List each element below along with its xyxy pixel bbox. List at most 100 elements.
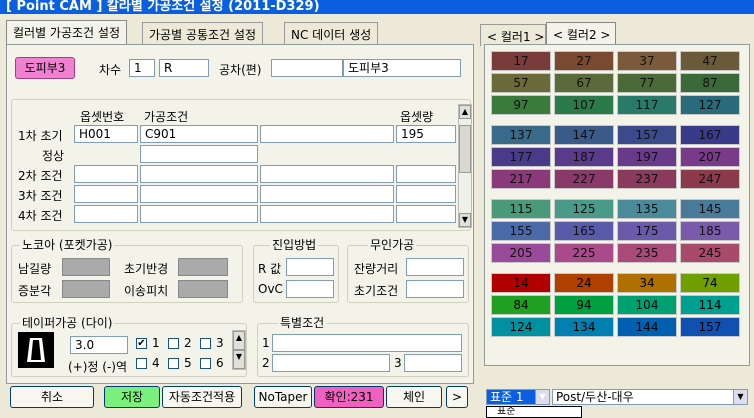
extra-input[interactable] [260, 165, 394, 183]
color-cell[interactable]: 167 [680, 125, 740, 145]
offset-amount-input[interactable]: 195 [396, 125, 456, 143]
chevron-down-icon[interactable]: ▼ [535, 390, 549, 404]
chain-button[interactable]: 체인 [386, 386, 442, 408]
color-cell[interactable]: 47 [680, 51, 740, 71]
special-input-1[interactable] [272, 334, 462, 352]
color-cell[interactable]: 97 [491, 95, 551, 115]
color-cell[interactable]: 165 [554, 221, 614, 241]
color-cell[interactable]: 67 [554, 73, 614, 93]
color-cell[interactable]: 155 [491, 221, 551, 241]
extra-input[interactable] [260, 185, 394, 203]
color-cell[interactable]: 14 [491, 273, 551, 293]
notaper-button[interactable]: NoTaper [254, 386, 312, 408]
color-cell[interactable]: 87 [680, 73, 740, 93]
color-cell[interactable]: 144 [617, 317, 677, 337]
confirm-button[interactable]: 확인:231 [314, 386, 384, 408]
scroll-thumb[interactable] [459, 125, 471, 173]
offset-amount-input[interactable] [396, 185, 456, 203]
color-cell[interactable]: 117 [617, 95, 677, 115]
taper-value-input[interactable]: 3.0 [70, 336, 128, 354]
condition-input[interactable] [140, 185, 258, 203]
remain-input[interactable] [62, 258, 110, 276]
remain-dist-input[interactable] [406, 258, 464, 276]
color-cell[interactable]: 94 [554, 295, 614, 315]
color-cell[interactable]: 27 [554, 51, 614, 71]
color-cell[interactable]: 37 [617, 51, 677, 71]
color-cell[interactable]: 237 [617, 169, 677, 189]
condition-input[interactable] [140, 145, 258, 163]
color-cell[interactable]: 185 [680, 221, 740, 241]
color-cell[interactable]: 197 [617, 147, 677, 167]
color-cell[interactable]: 247 [680, 169, 740, 189]
post-select[interactable]: Post/두산-대우 ▼ [552, 389, 748, 405]
tolerance-input[interactable] [271, 59, 343, 77]
table-scrollbar[interactable]: ▲ ▼ [458, 104, 472, 228]
color-cell[interactable]: 107 [554, 95, 614, 115]
side-input[interactable]: R [159, 59, 209, 77]
scroll-down-icon[interactable]: ▼ [459, 213, 471, 227]
incr-angle-input[interactable] [62, 280, 110, 298]
tab-color-conditions[interactable]: 컬러별 가공조건 설정 [6, 20, 127, 44]
condition-input[interactable] [140, 165, 258, 183]
cancel-button[interactable]: 취소 [10, 386, 94, 408]
offset-no-input[interactable] [74, 165, 138, 183]
color-cell[interactable]: 205 [491, 243, 551, 263]
color-cell[interactable]: 77 [617, 73, 677, 93]
spin-up-icon[interactable]: ▲ [233, 331, 245, 350]
color-cell[interactable]: 74 [680, 273, 740, 293]
color-cell[interactable]: 115 [491, 199, 551, 219]
taper-check-5[interactable] [168, 358, 179, 369]
next-button[interactable]: > [446, 386, 468, 408]
taper-check-1[interactable]: ✔ [136, 338, 147, 349]
save-button[interactable]: 저장 [104, 386, 160, 408]
color-cell[interactable]: 177 [491, 147, 551, 167]
init-diameter-input[interactable] [178, 258, 228, 276]
offset-amount-input[interactable] [396, 205, 456, 223]
color-cell[interactable]: 175 [617, 221, 677, 241]
init-cond-input[interactable] [406, 280, 464, 298]
part-name-input[interactable]: 도피부3 [343, 59, 461, 77]
color-cell[interactable]: 84 [491, 295, 551, 315]
color-cell[interactable]: 57 [491, 73, 551, 93]
taper-check-3[interactable] [200, 338, 211, 349]
ovc-input[interactable] [286, 280, 334, 298]
color-cell[interactable]: 34 [617, 273, 677, 293]
color-cell[interactable]: 225 [554, 243, 614, 263]
offset-no-input[interactable] [74, 205, 138, 223]
taper-check-6[interactable] [200, 358, 211, 369]
condition-input[interactable]: C901 [140, 125, 258, 143]
color-cell[interactable]: 135 [617, 199, 677, 219]
offset-no-input[interactable] [74, 185, 138, 203]
tab-common-conditions[interactable]: 가공별 공통조건 설정 [142, 22, 263, 44]
color-cell[interactable]: 217 [491, 169, 551, 189]
tab-nc-data[interactable]: NC 데이터 생성 [284, 22, 379, 44]
color-cell[interactable]: 157 [617, 125, 677, 145]
color-cell[interactable]: 127 [680, 95, 740, 115]
spin-down-icon[interactable]: ▼ [233, 350, 245, 369]
color-cell[interactable]: 114 [680, 295, 740, 315]
standard-select[interactable]: 표준 1 ▼ [486, 389, 550, 405]
condition-input[interactable] [140, 205, 258, 223]
color-cell[interactable]: 24 [554, 273, 614, 293]
move-pitch-input[interactable] [178, 280, 228, 298]
tab-color2[interactable]: < 컬러2 > [546, 22, 616, 46]
taper-spinner[interactable]: ▲ ▼ [232, 330, 246, 370]
color-cell[interactable]: 157 [680, 317, 740, 337]
color-cell[interactable]: 227 [554, 169, 614, 189]
color-cell[interactable]: 104 [617, 295, 677, 315]
dropdown-option[interactable]: 표준 [486, 406, 582, 418]
extra-input[interactable] [260, 125, 394, 143]
color-cell[interactable]: 187 [554, 147, 614, 167]
color-cell[interactable]: 145 [680, 199, 740, 219]
color-cell[interactable]: 245 [680, 243, 740, 263]
degree-input[interactable]: 1 [129, 59, 155, 77]
color-cell[interactable]: 147 [554, 125, 614, 145]
scroll-up-icon[interactable]: ▲ [459, 105, 471, 119]
offset-amount-input[interactable] [396, 165, 456, 183]
taper-check-2[interactable] [168, 338, 179, 349]
tab-color1[interactable]: < 컬러1 > [480, 24, 546, 46]
color-cell[interactable]: 124 [491, 317, 551, 337]
color-cell[interactable]: 207 [680, 147, 740, 167]
r-input[interactable] [286, 258, 334, 276]
special-input-2[interactable] [272, 354, 390, 372]
